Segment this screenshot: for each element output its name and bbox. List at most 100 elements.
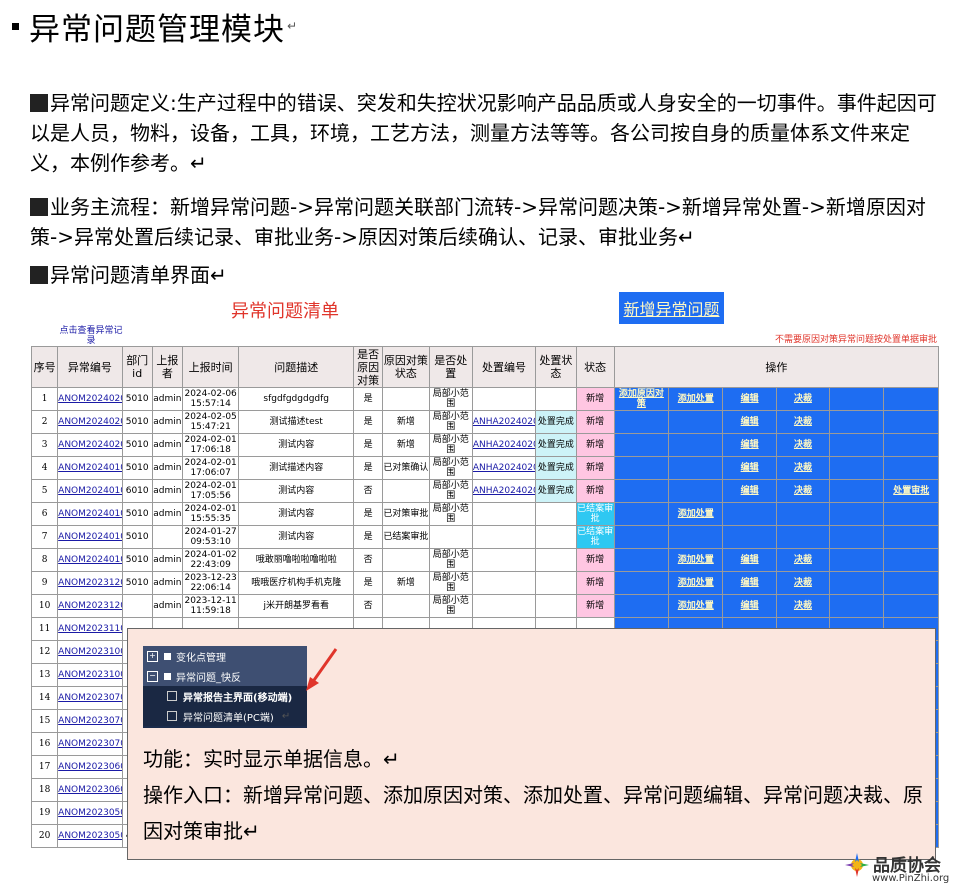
watermark-url: www.PinZhi.org — [872, 873, 950, 884]
disposal-approve-button[interactable] — [883, 433, 939, 457]
disposal-approve-button[interactable]: 处置审批 — [883, 479, 939, 503]
add-disposal-button[interactable] — [668, 525, 724, 549]
add-cause-button[interactable] — [613, 594, 670, 618]
disposal-code-link[interactable]: ANHA2024020002 — [471, 433, 537, 457]
op-cell[interactable] — [829, 525, 885, 549]
disposal-code-link[interactable] — [471, 502, 537, 526]
add-disposal-button[interactable]: 添加处置 — [668, 502, 724, 526]
menu-item-issue-quick[interactable]: − 异常问题_快反 — [143, 666, 307, 686]
issue-code-link[interactable]: ANOM2023060002 — [57, 755, 123, 779]
menu-item-mobile-report[interactable]: 异常报告主界面(移动端) — [143, 686, 307, 706]
disposal-approve-button[interactable] — [883, 502, 939, 526]
op-cell[interactable] — [829, 594, 885, 618]
edit-button[interactable]: 编辑 — [722, 479, 777, 503]
menu-item-change-points[interactable]: + 变化点管理 — [143, 646, 307, 666]
decide-button[interactable]: 决裁 — [775, 433, 831, 457]
issue-code-link[interactable]: ANOM2023070003 — [57, 686, 123, 710]
disposal-approve-button[interactable] — [883, 387, 939, 411]
add-cause-button[interactable] — [613, 456, 670, 480]
edit-button[interactable]: 编辑 — [722, 594, 777, 618]
row-disposal: 局部小范围 — [428, 548, 473, 572]
decide-button[interactable]: 决裁 — [775, 387, 831, 411]
add-disposal-button[interactable]: 添加处置 — [668, 387, 724, 411]
op-cell[interactable] — [829, 548, 885, 572]
add-disposal-button[interactable] — [668, 479, 724, 503]
edit-button[interactable]: 编辑 — [722, 571, 777, 595]
issue-code-link[interactable]: ANOM2023070002 — [57, 709, 123, 733]
issue-code-link[interactable]: ANOM2024010002 — [57, 525, 123, 549]
edit-button[interactable] — [722, 502, 777, 526]
edit-button[interactable] — [722, 525, 777, 549]
disposal-approve-button[interactable] — [883, 525, 939, 549]
issue-code-link[interactable]: ANOM2024010004 — [57, 479, 123, 503]
add-cause-button[interactable]: 添加原因对策 — [613, 387, 670, 411]
disposal-code-link[interactable] — [471, 571, 537, 595]
issue-code-link[interactable]: ANOM2023070001 — [57, 732, 123, 756]
add-cause-button[interactable] — [613, 410, 670, 434]
col-header: 是否处置 — [428, 346, 473, 388]
issue-code-link[interactable]: ANOM2023050016 — [57, 801, 123, 825]
decide-button[interactable]: 决裁 — [775, 456, 831, 480]
add-cause-button[interactable] — [613, 479, 670, 503]
add-disposal-button[interactable]: 添加处置 — [668, 548, 724, 572]
menu-item-pc-list[interactable]: 异常问题清单(PC端) ↵ — [143, 706, 307, 726]
disposal-approve-button[interactable] — [883, 410, 939, 434]
disposal-approve-button[interactable] — [883, 548, 939, 572]
edit-button[interactable]: 编辑 — [722, 410, 777, 434]
decide-button[interactable]: 决裁 — [775, 594, 831, 618]
add-cause-button[interactable] — [613, 502, 670, 526]
row-dept: 5010 — [121, 387, 153, 411]
view-records-link[interactable]: 点击查看异常记录 — [58, 326, 124, 346]
disposal-code-link[interactable] — [471, 387, 537, 411]
edit-button[interactable]: 编辑 — [722, 548, 777, 572]
issue-code-link[interactable]: ANOM2024020001 — [57, 433, 123, 457]
op-cell[interactable] — [829, 456, 885, 480]
add-disposal-button[interactable] — [668, 433, 724, 457]
disposal-approve-button[interactable] — [883, 571, 939, 595]
add-disposal-button[interactable]: 添加处置 — [668, 571, 724, 595]
disposal-code-link[interactable]: ANHA2024020004 — [471, 456, 537, 480]
issue-code-link[interactable]: ANOM2024010001 — [57, 548, 123, 572]
op-cell[interactable] — [829, 479, 885, 503]
issue-code-link[interactable]: ANOM2023060001 — [57, 778, 123, 802]
issue-code-link[interactable]: ANOM2024010003 — [57, 502, 123, 526]
edit-button[interactable]: 编辑 — [722, 387, 777, 411]
decide-button[interactable]: 决裁 — [775, 410, 831, 434]
decide-button[interactable]: 决裁 — [775, 571, 831, 595]
add-cause-button[interactable] — [613, 433, 670, 457]
decide-button[interactable] — [775, 502, 831, 526]
issue-code-link[interactable]: ANOM2024010005 — [57, 456, 123, 480]
issue-code-link[interactable]: ANOM2023100002 — [57, 640, 123, 664]
issue-code-link[interactable]: ANOM2023100001 — [57, 663, 123, 687]
op-cell[interactable] — [829, 502, 885, 526]
add-disposal-button[interactable]: 添加处置 — [668, 594, 724, 618]
disposal-code-link[interactable] — [471, 525, 537, 549]
disposal-code-link[interactable] — [471, 594, 537, 618]
op-cell[interactable] — [829, 387, 885, 411]
issue-code-link[interactable]: ANOM2023110001 — [57, 617, 123, 641]
op-cell[interactable] — [829, 571, 885, 595]
disposal-approve-button[interactable] — [883, 594, 939, 618]
issue-code-link[interactable]: ANOM2023120001 — [57, 594, 123, 618]
add-cause-button[interactable] — [613, 571, 670, 595]
disposal-code-link[interactable]: ANHA2024020001 — [471, 410, 537, 434]
issue-code-link[interactable]: ANOM2024020003 — [57, 387, 123, 411]
disposal-code-link[interactable]: ANHA2024020003 — [471, 479, 537, 503]
add-cause-button[interactable] — [613, 548, 670, 572]
decide-button[interactable] — [775, 525, 831, 549]
decide-button[interactable]: 决裁 — [775, 479, 831, 503]
add-cause-button[interactable] — [613, 525, 670, 549]
add-disposal-button[interactable] — [668, 410, 724, 434]
disposal-approve-button[interactable] — [883, 456, 939, 480]
new-issue-button[interactable]: 新增异常问题 — [619, 292, 724, 324]
edit-button[interactable]: 编辑 — [722, 456, 777, 480]
add-disposal-button[interactable] — [668, 456, 724, 480]
issue-code-link[interactable]: ANOM2023050015 — [57, 824, 123, 848]
issue-code-link[interactable]: ANOM2024020002 — [57, 410, 123, 434]
op-cell[interactable] — [829, 433, 885, 457]
op-cell[interactable] — [829, 410, 885, 434]
edit-button[interactable]: 编辑 — [722, 433, 777, 457]
disposal-code-link[interactable] — [471, 548, 537, 572]
issue-code-link[interactable]: ANOM2023120002 — [57, 571, 123, 595]
decide-button[interactable]: 决裁 — [775, 548, 831, 572]
